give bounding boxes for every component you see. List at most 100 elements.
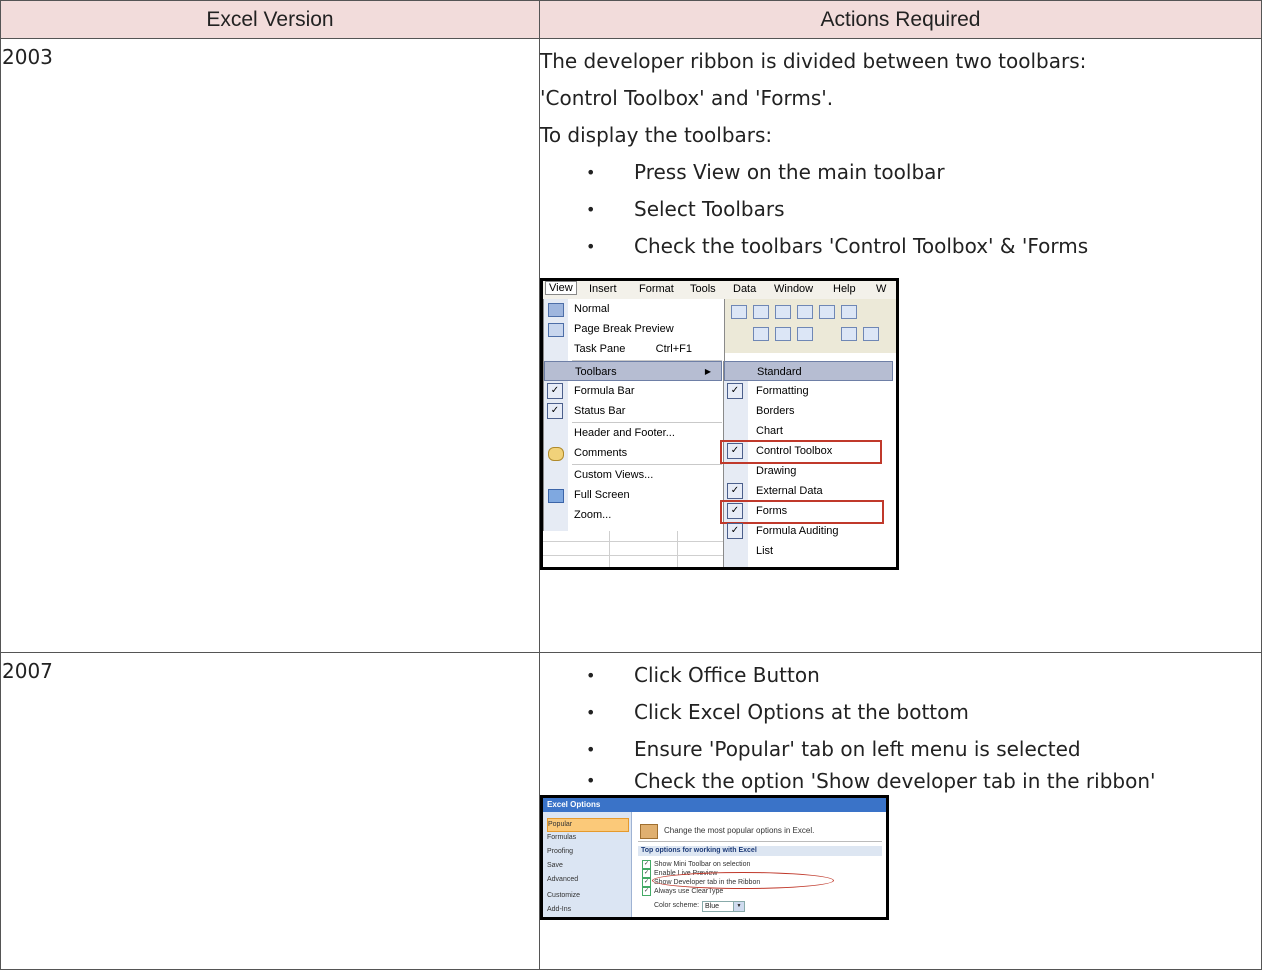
- toolbar-item-list[interactable]: List: [756, 541, 896, 561]
- check-icon: ✓: [727, 483, 743, 499]
- toolbar-item-drawing[interactable]: Drawing: [756, 461, 896, 481]
- full-screen-icon: [548, 489, 564, 503]
- worksheet-grid: [543, 531, 723, 567]
- menu-item-comments[interactable]: Comments: [574, 443, 722, 463]
- grid-line: [543, 541, 723, 542]
- list-item: • Select Toolbars: [540, 191, 1261, 228]
- instructions-table: Excel Version Actions Required 2003 The …: [0, 0, 1262, 970]
- menu-data[interactable]: Data: [733, 283, 756, 295]
- normal-view-icon: [548, 303, 564, 317]
- toolbar-item-formula-auditing[interactable]: Formula Auditing: [756, 521, 896, 541]
- options-section-title: Top options for working with Excel: [638, 846, 882, 856]
- check-icon: ✓: [727, 383, 743, 399]
- menu-window[interactable]: Window: [774, 283, 813, 295]
- menu-item-label: Formula Bar: [574, 385, 635, 397]
- menu-item-label: Drawing: [756, 465, 797, 477]
- intro-line-3: To display the toolbars:: [540, 123, 773, 147]
- check-icon: ✓: [727, 523, 743, 539]
- option-label: Show Mini Toolbar on selection: [654, 861, 751, 868]
- menu-tools[interactable]: Tools: [690, 283, 716, 295]
- menu-item-label: Borders: [756, 405, 795, 417]
- menu-item-normal[interactable]: Normal: [574, 299, 722, 319]
- actions-cell-2003: The developer ribbon is divided between …: [539, 38, 1262, 653]
- left-menu-add-ins[interactable]: Add-Ins: [547, 904, 627, 916]
- step-text: Click Excel Options at the bottom: [634, 700, 969, 724]
- toolbar-icon: [797, 327, 813, 341]
- list-item: • Check the toolbars 'Control Toolbox' & …: [540, 228, 1261, 265]
- toolbar-item-borders[interactable]: Borders: [756, 401, 896, 421]
- steps-2007: • Click Office Button • Click Excel Option…: [540, 657, 1261, 794]
- menu-item-label: List: [756, 545, 774, 557]
- view-dropdown-menu: Normal Page Break Preview Task Pane Ctrl+…: [543, 299, 725, 532]
- color-scheme-select[interactable]: Blue ▼: [702, 901, 745, 912]
- menu-more[interactable]: W: [876, 283, 886, 295]
- left-menu-popular[interactable]: Popular: [547, 818, 629, 832]
- toolbar-item-external-data[interactable]: External Data: [756, 481, 896, 501]
- left-menu-formulas[interactable]: Formulas: [547, 832, 627, 844]
- menu-item-label: Header and Footer...: [574, 427, 675, 439]
- menu-item-formula-bar[interactable]: Formula Bar: [574, 381, 722, 401]
- step-text: Click Office Button: [634, 663, 820, 687]
- version-cell-2007: 2007: [0, 652, 540, 970]
- step-text: Select Toolbars: [634, 197, 785, 221]
- list-item: • Press View on the main toolbar: [540, 154, 1261, 191]
- menu-item-toolbars[interactable]: Toolbars ▶: [544, 361, 722, 381]
- left-menu-save[interactable]: Save: [547, 860, 627, 872]
- grid-line: [609, 531, 610, 567]
- submenu-arrow-icon: ▶: [704, 367, 711, 376]
- comments-icon: [548, 447, 564, 461]
- bullet-icon: •: [586, 666, 596, 685]
- intro-line-2: 'Control Toolbox' and 'Forms'.: [540, 86, 834, 110]
- left-menu-advanced[interactable]: Advanced: [547, 874, 627, 886]
- checkbox-icon[interactable]: ✓: [642, 860, 651, 869]
- options-header-text: Change the most popular options in Excel…: [664, 826, 815, 835]
- bullet-icon: •: [586, 740, 596, 759]
- menu-help[interactable]: Help: [833, 283, 856, 295]
- checkbox-icon[interactable]: ✓: [642, 869, 651, 878]
- highlight-oval-developer-tab: [652, 872, 834, 889]
- bullet-icon: •: [586, 771, 596, 790]
- checkbox-icon[interactable]: ✓: [642, 878, 651, 887]
- bullet-icon: •: [586, 703, 596, 722]
- menu-item-header-footer[interactable]: Header and Footer...: [574, 423, 722, 443]
- menu-item-label: Full Screen: [574, 489, 630, 501]
- menu-item-full-screen[interactable]: Full Screen: [574, 485, 722, 505]
- menu-item-status-bar[interactable]: Status Bar: [574, 401, 722, 421]
- menu-item-task-pane[interactable]: Task Pane Ctrl+F1: [574, 339, 722, 359]
- steps-2003: • Press View on the main toolbar • Select …: [540, 154, 1261, 265]
- menu-item-label: Zoom...: [574, 509, 612, 521]
- toolbar-item-formatting[interactable]: Formatting: [756, 381, 896, 401]
- menu-item-zoom[interactable]: Zoom...: [574, 505, 722, 525]
- check-icon: ✓: [547, 403, 563, 419]
- left-menu-proofing[interactable]: Proofing: [547, 846, 627, 858]
- menu-insert[interactable]: Insert: [589, 283, 617, 295]
- menu-bar: View Insert Format Tools Data Window Hel…: [543, 281, 896, 300]
- menu-item-label: Status Bar: [574, 405, 626, 417]
- chevron-down-icon[interactable]: ▼: [733, 901, 745, 912]
- menu-item-label: Chart: [756, 425, 783, 437]
- toolbar-icon: [863, 327, 879, 341]
- menu-item-page-break-preview[interactable]: Page Break Preview: [574, 319, 722, 339]
- menu-format[interactable]: Format: [639, 283, 674, 295]
- menu-view[interactable]: View: [545, 281, 577, 295]
- actions-cell-2007: • Click Office Button • Click Excel Option…: [539, 652, 1262, 970]
- checkbox-icon[interactable]: ✓: [642, 887, 651, 896]
- list-item: • Check the option 'Show developer tab in…: [540, 768, 1261, 794]
- list-item: • Click Office Button: [540, 657, 1261, 694]
- toolbar-icon: [731, 305, 747, 319]
- grid-line: [677, 531, 678, 567]
- menu-item-custom-views[interactable]: Custom Views...: [574, 465, 722, 485]
- intro-line-1: The developer ribbon is divided between …: [540, 49, 1087, 73]
- grid-line: [543, 555, 723, 556]
- toolbar-item-chart[interactable]: Chart: [756, 421, 896, 441]
- left-menu-customize[interactable]: Customize: [547, 890, 627, 902]
- table-row-2007: 2007 • Click Office Button • Click Excel O…: [0, 652, 1262, 970]
- menu-item-label: Page Break Preview: [574, 323, 674, 335]
- color-scheme-label: Color scheme:: [654, 902, 700, 909]
- option-mini-toolbar[interactable]: ✓ Show Mini Toolbar on selection: [642, 860, 750, 869]
- version-cell-2003: 2003: [0, 38, 540, 653]
- toolbar-icon: [797, 305, 813, 319]
- page-break-icon: [548, 323, 564, 337]
- select-value: Blue: [705, 903, 720, 910]
- toolbar-item-standard[interactable]: Standard: [724, 361, 893, 381]
